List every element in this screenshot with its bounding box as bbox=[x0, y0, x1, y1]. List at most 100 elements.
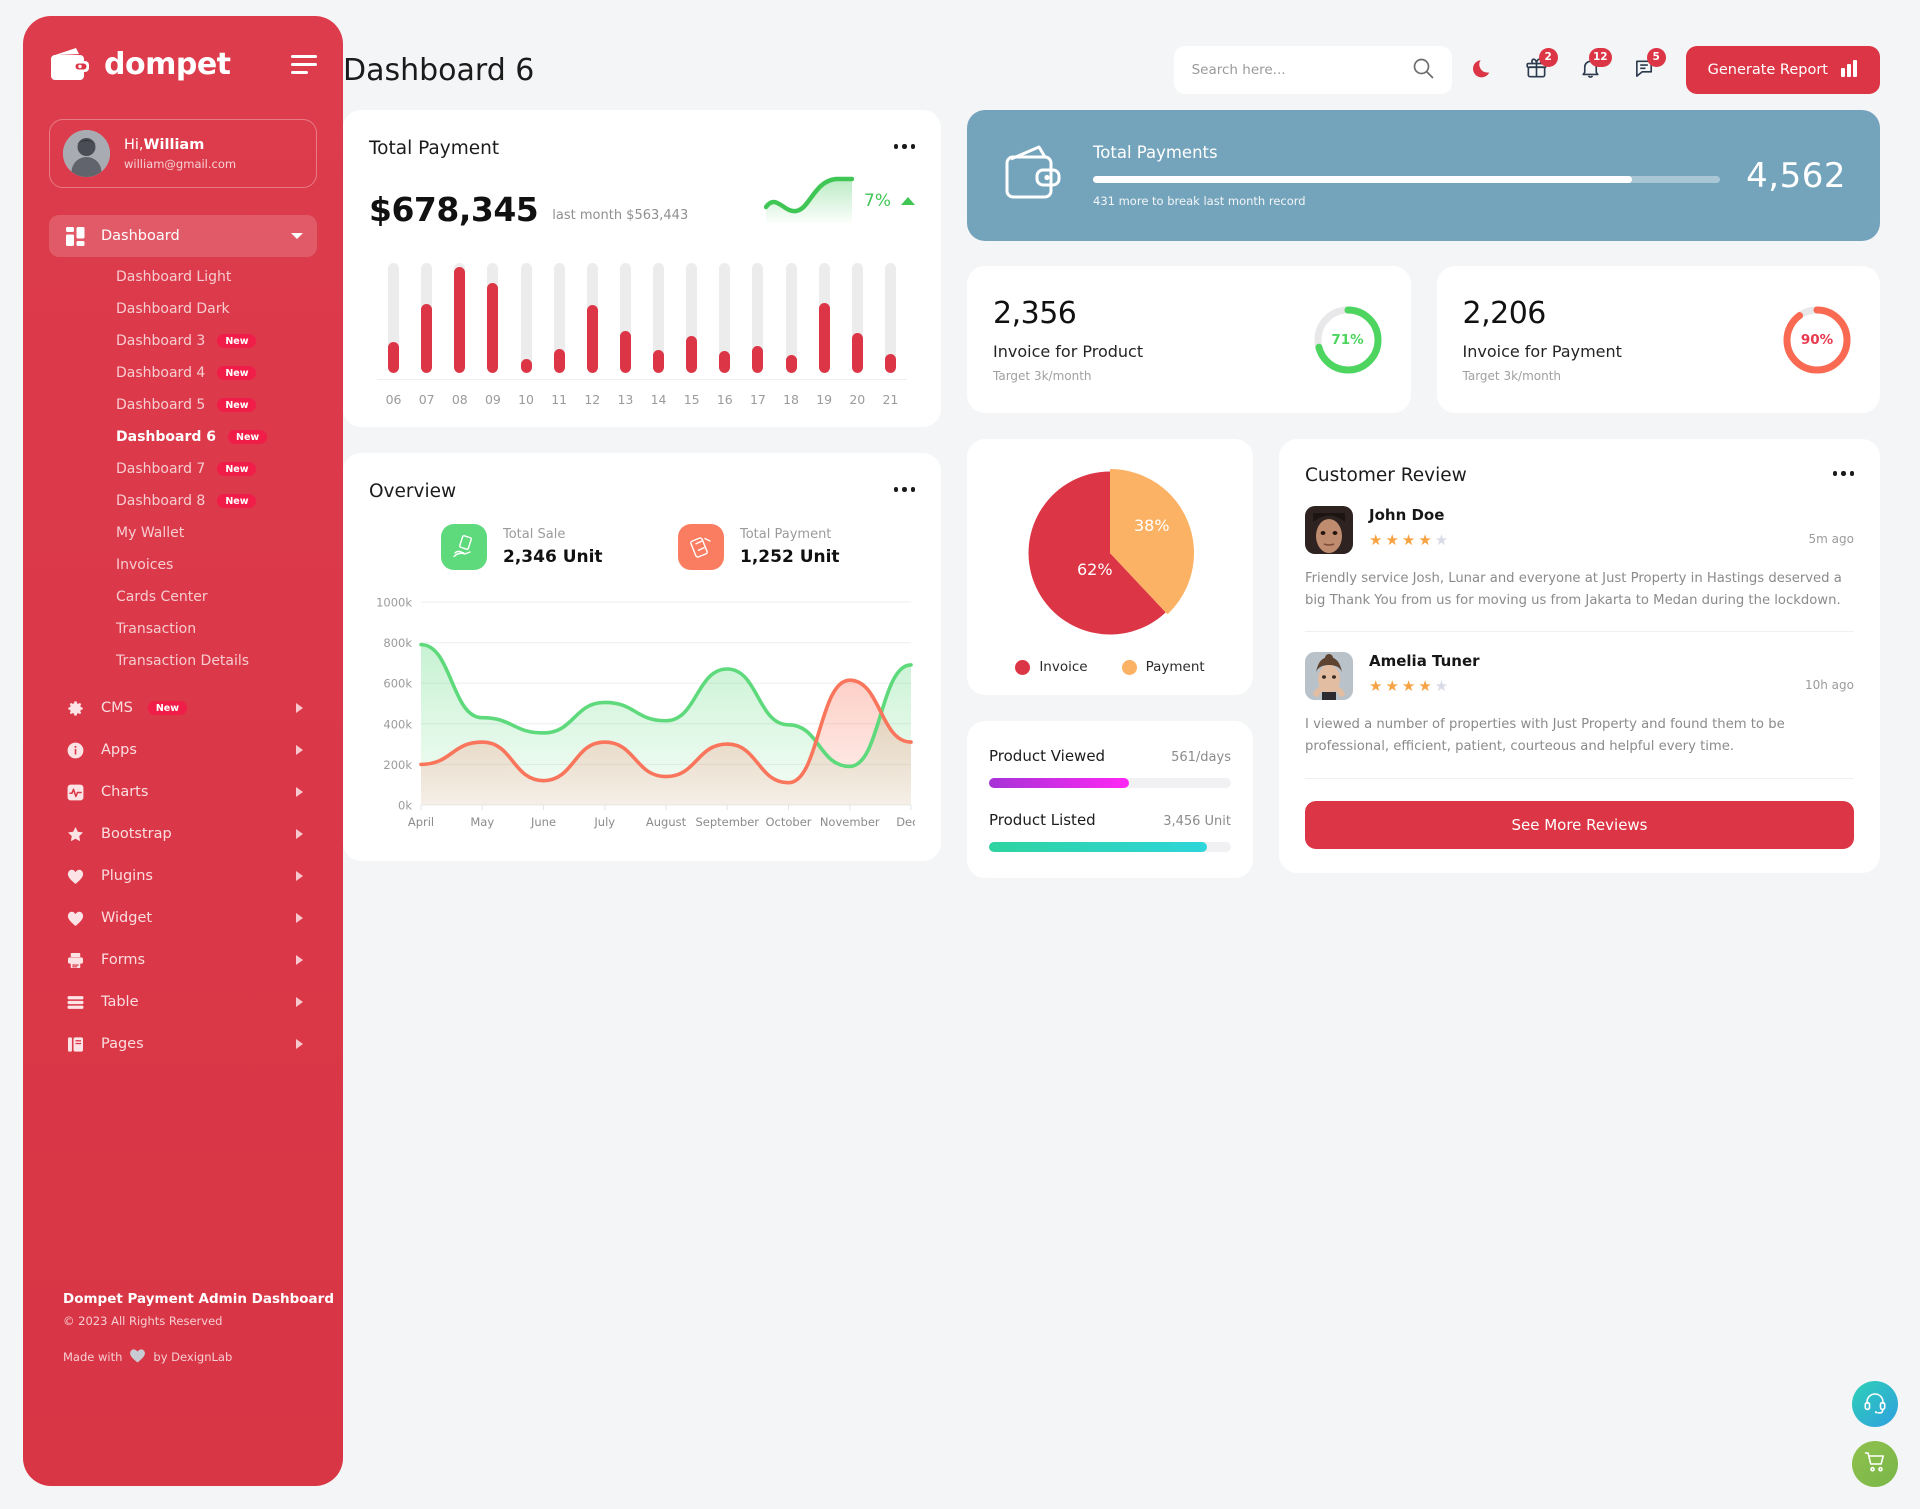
invoice-product-target: Target 3k/month bbox=[993, 369, 1092, 383]
review-text: Friendly service Josh, Lunar and everyon… bbox=[1305, 571, 1842, 608]
sidebar-item-widget[interactable]: Widget bbox=[49, 897, 317, 939]
sidebar-subitem-label: Transaction Details bbox=[116, 653, 250, 669]
reviewer-name: Amelia Tuner bbox=[1369, 652, 1480, 671]
wallet-icon bbox=[1001, 143, 1067, 209]
bar-x-label: 14 bbox=[650, 392, 667, 407]
sidebar-item-apps[interactable]: Apps bbox=[49, 729, 317, 771]
bar-column bbox=[874, 263, 907, 373]
sidebar-subitem-label: Dashboard 7 bbox=[116, 461, 206, 477]
sidebar-item-label: Charts bbox=[101, 784, 149, 800]
sidebar-subitem-dashboard-5[interactable]: Dashboard 5 New bbox=[23, 389, 343, 421]
sidebar-item-pages[interactable]: Pages bbox=[49, 1023, 317, 1065]
invoice-payment-card: 2,206 Invoice for Payment Target 3k/mont… bbox=[1436, 266, 1880, 413]
profile-card[interactable]: Hi,William william@gmail.com bbox=[49, 119, 317, 188]
rating-stars: ★★★★ ★ bbox=[1369, 531, 1809, 549]
total-payment-card: Total Payment $678,345 last month $563,4… bbox=[343, 110, 941, 427]
dashboard-grid: Total Payment $678,345 last month $563,4… bbox=[343, 110, 1920, 878]
bar-x-label: 10 bbox=[518, 392, 535, 407]
support-button[interactable] bbox=[1852, 1381, 1898, 1427]
svg-text:200k: 200k bbox=[383, 758, 412, 772]
sidebar-item-label: Widget bbox=[101, 910, 153, 926]
svg-text:0k: 0k bbox=[398, 799, 412, 813]
more-icon[interactable] bbox=[1832, 465, 1854, 476]
svg-text:October: October bbox=[765, 815, 811, 829]
see-more-reviews-button[interactable]: See More Reviews bbox=[1305, 800, 1854, 849]
sidebar-item-plugins[interactable]: Plugins bbox=[49, 855, 317, 897]
bar-x-label: 17 bbox=[749, 392, 766, 407]
notifications-button[interactable]: 12 bbox=[1568, 47, 1614, 93]
total-payment-amount: $678,345 bbox=[369, 190, 539, 229]
sidebar-subitem-dashboard-dark[interactable]: Dashboard Dark bbox=[23, 293, 343, 325]
sidebar-item-cms[interactable]: CMS New bbox=[49, 687, 317, 729]
sidebar-item-label: Forms bbox=[101, 952, 146, 968]
overview-stat-value: 1,252 Unit bbox=[740, 547, 840, 567]
product-stats-card: Product Viewed 561/days Product Listed 3… bbox=[967, 721, 1253, 878]
sidebar-subitem-transaction-details[interactable]: Transaction Details bbox=[23, 645, 343, 677]
sidebar-brand[interactable]: dompet bbox=[23, 16, 343, 82]
bar-track bbox=[553, 263, 565, 373]
sidebar-subitem-label: My Wallet bbox=[116, 525, 185, 541]
svg-text:1000k: 1000k bbox=[376, 596, 412, 610]
sidebar-subitem-my-wallet[interactable]: My Wallet bbox=[23, 517, 343, 549]
sidebar-subitem-dashboard-6[interactable]: Dashboard 6 New bbox=[23, 421, 343, 453]
sidebar-subitem-dashboard-7[interactable]: Dashboard 7 New bbox=[23, 453, 343, 485]
more-icon[interactable] bbox=[893, 138, 915, 149]
bar-column bbox=[543, 263, 576, 373]
bar-fill bbox=[388, 342, 400, 373]
sidebar-item-dashboard[interactable]: Dashboard bbox=[49, 215, 317, 257]
generate-report-button[interactable]: Generate Report bbox=[1685, 46, 1880, 94]
messages-button[interactable]: 5 bbox=[1622, 47, 1668, 93]
sidebar-item-table[interactable]: Table bbox=[49, 981, 317, 1023]
reviewer-name: John Doe bbox=[1369, 506, 1445, 524]
search-box[interactable] bbox=[1173, 46, 1452, 94]
invoice-product-label: Invoice for Product bbox=[993, 342, 1144, 361]
sidebar-item-bootstrap[interactable]: Bootstrap bbox=[49, 813, 317, 855]
pages-icon bbox=[63, 1035, 88, 1054]
product-meta: 3,456 Unit bbox=[1163, 814, 1231, 829]
rating-stars: ★★★★ ★ bbox=[1369, 677, 1805, 695]
chevron-right-icon bbox=[296, 913, 303, 923]
product-progress-fill bbox=[989, 842, 1207, 852]
sidebar-subitem-transaction[interactable]: Transaction bbox=[23, 613, 343, 645]
bar-track bbox=[388, 263, 400, 373]
sidebar-subitem-dashboard-light[interactable]: Dashboard Light bbox=[23, 261, 343, 293]
sidebar-item-label: Plugins bbox=[101, 868, 153, 884]
more-icon[interactable] bbox=[893, 481, 915, 492]
support-icon bbox=[1863, 1390, 1887, 1418]
moon-icon bbox=[1472, 57, 1494, 83]
search-input[interactable] bbox=[1191, 62, 1413, 78]
heart-icon bbox=[63, 909, 88, 928]
bar-fill bbox=[851, 333, 863, 373]
bar-fill bbox=[752, 345, 764, 373]
hamburger-icon[interactable] bbox=[291, 54, 317, 74]
gift-button[interactable]: 2 bbox=[1514, 47, 1560, 93]
bar-track bbox=[653, 263, 665, 373]
sidebar-item-forms[interactable]: Forms bbox=[49, 939, 317, 981]
stars-filled: ★★★★ bbox=[1369, 531, 1435, 549]
product-progress-track bbox=[989, 778, 1231, 788]
overview-stats: Total Sale 2,346 Unit Total Payment 1,25… bbox=[369, 524, 915, 570]
sidebar-subitem-dashboard-3[interactable]: Dashboard 3 New bbox=[23, 325, 343, 357]
sidebar-subitem-dashboard-8[interactable]: Dashboard 8 New bbox=[23, 485, 343, 517]
cart-icon bbox=[1863, 1450, 1887, 1478]
search-icon[interactable] bbox=[1413, 58, 1434, 83]
sparkline-chart bbox=[763, 173, 855, 229]
sidebar-submenu: Dashboard Light Dashboard Dark Dashboard 3… bbox=[23, 261, 343, 677]
right-column: Total Payments 431 more to break last mo… bbox=[967, 110, 1880, 878]
sidebar-item-label: Bootstrap bbox=[101, 826, 172, 842]
gift-badge: 2 bbox=[1538, 48, 1558, 67]
sidebar-subitem-dashboard-4[interactable]: Dashboard 4 New bbox=[23, 357, 343, 389]
svg-text:400k: 400k bbox=[383, 717, 412, 731]
sidebar-item-label: Table bbox=[101, 994, 139, 1010]
sidebar-subitem-cards-center[interactable]: Cards Center bbox=[23, 581, 343, 613]
review-time: 5m ago bbox=[1808, 532, 1854, 546]
cart-button[interactable] bbox=[1852, 1441, 1898, 1487]
sidebar-subitem-invoices[interactable]: Invoices bbox=[23, 549, 343, 581]
bar-chart-icon bbox=[1841, 59, 1858, 81]
invoice-product-percent: 71% bbox=[1331, 331, 1364, 348]
sidebar-subitem-label: Dashboard 6 bbox=[116, 429, 216, 445]
theme-toggle-button[interactable] bbox=[1460, 47, 1506, 93]
bar-track bbox=[454, 263, 466, 373]
sidebar-item-charts[interactable]: Charts bbox=[49, 771, 317, 813]
overview-stat-label: Total Sale bbox=[503, 527, 566, 542]
